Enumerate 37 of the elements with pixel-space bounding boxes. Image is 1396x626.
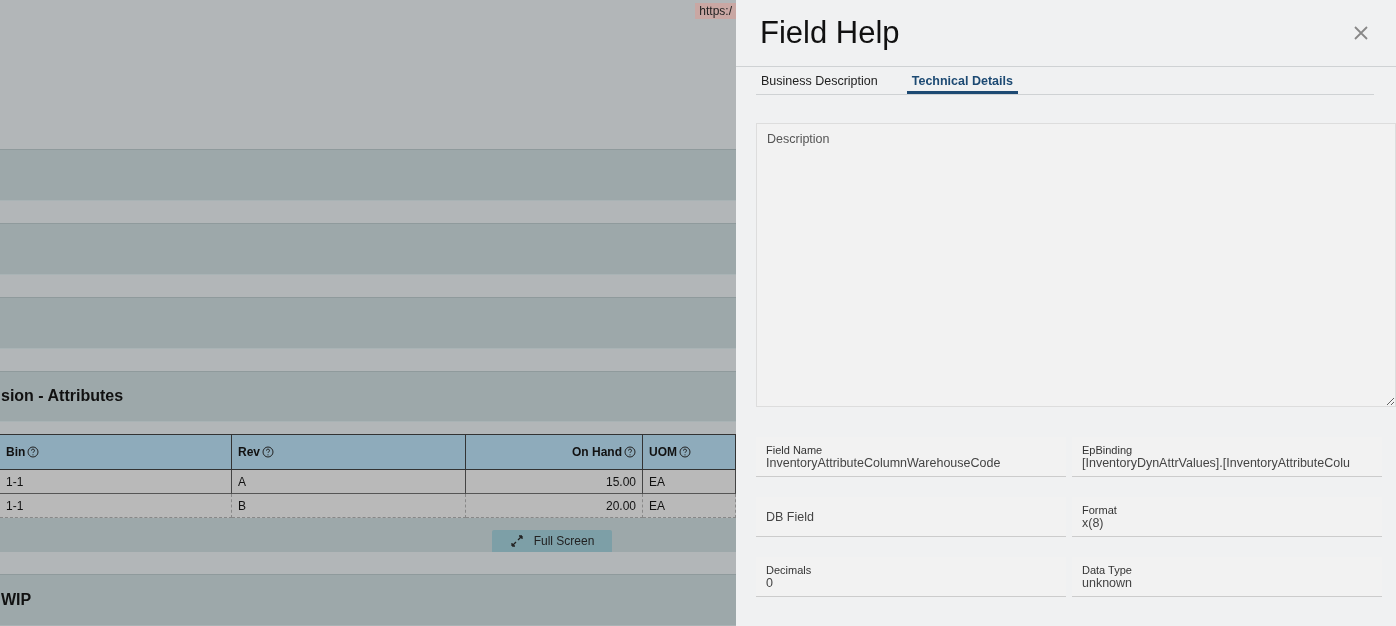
tab[interactable]: Technical Details: [906, 67, 1018, 94]
table-cell: B: [232, 494, 466, 519]
column-header[interactable]: Bin: [0, 434, 232, 471]
help-icon[interactable]: [624, 446, 636, 459]
tab[interactable]: Business Description: [756, 67, 883, 94]
table-cell: EA: [643, 470, 736, 495]
field-placeholder: DB Field: [766, 509, 815, 524]
field-value: 0: [766, 575, 773, 590]
field-label: EpBinding: [1082, 443, 1134, 456]
field-label: Decimals: [766, 563, 813, 576]
table-cell: 1-1: [0, 470, 232, 495]
description-field[interactable]: Description: [756, 123, 1396, 407]
field-value: x(8): [1082, 515, 1104, 530]
expand-icon: [509, 534, 524, 549]
field-value: [InventoryDynAttrValues].[InventoryAttributeColu: [1082, 455, 1350, 470]
help-icon[interactable]: [27, 446, 40, 459]
column-header[interactable]: UOM: [643, 434, 736, 471]
table-cell: 20.00: [466, 494, 643, 519]
table-cell: 1-1: [0, 494, 232, 519]
table-cell: 15.00: [466, 470, 643, 495]
url-tag: https:/: [695, 3, 736, 19]
table-cell: EA: [643, 494, 736, 519]
field-label: Format: [1082, 503, 1118, 516]
column-header[interactable]: Rev: [232, 434, 466, 471]
panel-title: Field Help: [760, 15, 900, 51]
field-label: Field Name: [766, 443, 824, 456]
section-title: WIP: [0, 591, 32, 610]
field-value: InventoryAttributeColumnWarehouseCode: [766, 455, 1001, 470]
help-icon[interactable]: [679, 446, 691, 459]
section-title: sion - Attributes: [0, 387, 124, 406]
table-cell: A: [232, 470, 466, 495]
help-icon[interactable]: [262, 446, 274, 459]
field-label: Data Type: [1082, 563, 1133, 576]
field-value: unknown: [1082, 575, 1133, 590]
column-header[interactable]: On Hand: [466, 434, 643, 471]
full-screen-button[interactable]: Full Screen: [492, 530, 612, 553]
close-icon[interactable]: [1354, 26, 1368, 40]
